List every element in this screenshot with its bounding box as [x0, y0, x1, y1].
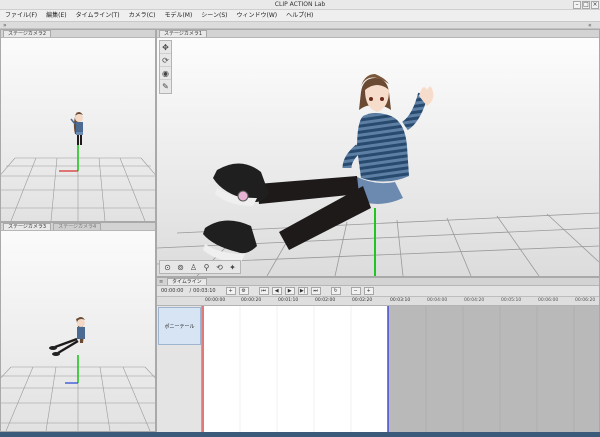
- zoom-in-icon[interactable]: +: [363, 287, 374, 295]
- title-bar: CLIP ACTION Lab – □ ×: [0, 0, 600, 10]
- camera-icon[interactable]: ◉: [160, 67, 171, 80]
- tab-stage-camera-2[interactable]: ステージカメラ2: [3, 30, 52, 37]
- frame-grid[interactable]: [202, 306, 599, 436]
- window-title: CLIP ACTION Lab: [274, 1, 326, 8]
- loop-button[interactable]: ↻: [330, 287, 341, 295]
- timeline-panel: タイムライン ≡ 00:00:00 / 00:03:10 + ⚙ ⏮ ◀ ▶ ▶…: [156, 277, 600, 437]
- stage-camera-2-panel: ステージカメラ2: [0, 29, 156, 222]
- scene-3d-view: [157, 38, 599, 276]
- target-icon[interactable]: ⊙: [161, 261, 174, 273]
- ruler-label: 00:01:10: [278, 298, 299, 303]
- menu-file[interactable]: ファイル(F): [5, 10, 37, 22]
- ruler-label: 00:04:00: [427, 298, 448, 303]
- stage-camera-2-viewport[interactable]: [1, 38, 155, 221]
- frame-grid-lines: [202, 306, 599, 436]
- settings-button[interactable]: ⚙: [238, 287, 249, 295]
- stage-camera-3-panel: ステージカメラ3 ステージカメラ4: [0, 222, 156, 432]
- track-area: ポニーテール: [157, 306, 599, 436]
- ruler-label: 00:06:00: [538, 298, 559, 303]
- play-button[interactable]: ▶: [284, 287, 295, 295]
- menu-timeline[interactable]: タイムライン(T): [76, 10, 120, 22]
- tab-stage-camera-4[interactable]: ステージカメラ4: [53, 223, 102, 230]
- ruler-label: 00:02:20: [352, 298, 373, 303]
- menu-model[interactable]: モデル(M): [164, 10, 192, 22]
- menu-bar: ファイル(F) 編集(E) タイムライン(T) カメラ(C) モデル(M) シー…: [0, 10, 600, 22]
- time-ruler[interactable]: 00:00:00 00:00:20 00:01:10 00:02:00 00:0…: [157, 297, 599, 306]
- ruler-label: 00:02:00: [315, 298, 336, 303]
- clip-action-lab-window: CLIP ACTION Lab – □ × ファイル(F) 編集(E) タイムラ…: [0, 0, 600, 437]
- os-taskbar: [0, 432, 600, 437]
- prev-frame-button[interactable]: ◀: [271, 287, 282, 295]
- scene-3d-view: [1, 38, 155, 221]
- menu-edit[interactable]: 編集(E): [46, 10, 66, 22]
- ruler-label: 00:00:20: [241, 298, 262, 303]
- timeline-menu-icon[interactable]: ≡: [159, 278, 163, 286]
- collapse-left-icon[interactable]: »: [3, 22, 7, 29]
- go-start-button[interactable]: ⏮: [258, 287, 269, 295]
- ruler-label: 00:03:10: [390, 298, 411, 303]
- timeline-header: タイムライン ≡: [157, 278, 599, 286]
- track-ponytail[interactable]: ポニーテール: [158, 307, 201, 345]
- dock-strip: » «: [0, 22, 600, 29]
- menu-help[interactable]: ヘルプ(H): [286, 10, 313, 22]
- rotate-person-icon[interactable]: ⟲: [213, 261, 226, 273]
- timeline-controls: 00:00:00 / 00:03:10 + ⚙ ⏮ ◀ ▶ ▶| ⏭ ↻ − +: [157, 286, 599, 297]
- panel-tabs: ステージカメラ3 ステージカメラ4: [1, 223, 155, 231]
- ruler-label: 00:04:20: [464, 298, 485, 303]
- light-icon[interactable]: ✎: [160, 80, 171, 93]
- stage-camera-3-viewport[interactable]: [1, 231, 155, 431]
- tab-stage-camera-3[interactable]: ステージカメラ3: [3, 223, 52, 230]
- panel-tabs: ステージカメラ1: [157, 30, 599, 38]
- view-tools-horizontal: ⊙ ⊚ ♙ ⚲ ⟲ ✦: [159, 260, 241, 274]
- zoom-out-icon[interactable]: −: [350, 287, 361, 295]
- total-time: 00:03:10: [193, 288, 216, 294]
- menu-camera[interactable]: カメラ(C): [129, 10, 156, 22]
- ruler-label: 00:05:10: [501, 298, 522, 303]
- orbit-icon[interactable]: ⊚: [174, 261, 187, 273]
- close-button[interactable]: ×: [591, 1, 599, 9]
- tab-timeline[interactable]: タイムライン: [167, 278, 207, 285]
- maximize-button[interactable]: □: [582, 1, 590, 9]
- menu-scene[interactable]: シーン(S): [201, 10, 227, 22]
- stage-camera-1-viewport[interactable]: ✥ ⟳ ◉ ✎ ⊙ ⊚ ♙ ⚲ ⟲ ✦: [157, 38, 599, 276]
- collapse-right-icon[interactable]: «: [588, 22, 592, 29]
- tab-stage-camera-1[interactable]: ステージカメラ1: [159, 30, 208, 37]
- menu-window[interactable]: ウィンドウ(W): [237, 10, 278, 22]
- stage-camera-1-panel: ステージカメラ1 ✥ ⟳ ◉ ✎ ⊙ ⊚ ♙ ⚲ ⟲ ✦: [156, 29, 600, 277]
- move-icon[interactable]: ✥: [160, 41, 171, 54]
- track-list: ポニーテール: [157, 306, 202, 436]
- rotate-icon[interactable]: ⟳: [160, 54, 171, 67]
- person-icon[interactable]: ♙: [187, 261, 200, 273]
- scene-3d-view: [1, 231, 155, 431]
- bone-icon[interactable]: ✦: [226, 261, 239, 273]
- pose-icon[interactable]: ⚲: [200, 261, 213, 273]
- panel-tabs: ステージカメラ2: [1, 30, 155, 38]
- ruler-label: 00:00:00: [205, 298, 226, 303]
- next-frame-button[interactable]: ▶|: [297, 287, 308, 295]
- view-tools-vertical: ✥ ⟳ ◉ ✎: [159, 40, 172, 94]
- add-key-button[interactable]: +: [225, 287, 236, 295]
- current-time: 00:00:00: [161, 288, 184, 294]
- minimize-button[interactable]: –: [573, 1, 581, 9]
- ruler-label: 00:06:20: [575, 298, 596, 303]
- go-end-button[interactable]: ⏭: [310, 287, 321, 295]
